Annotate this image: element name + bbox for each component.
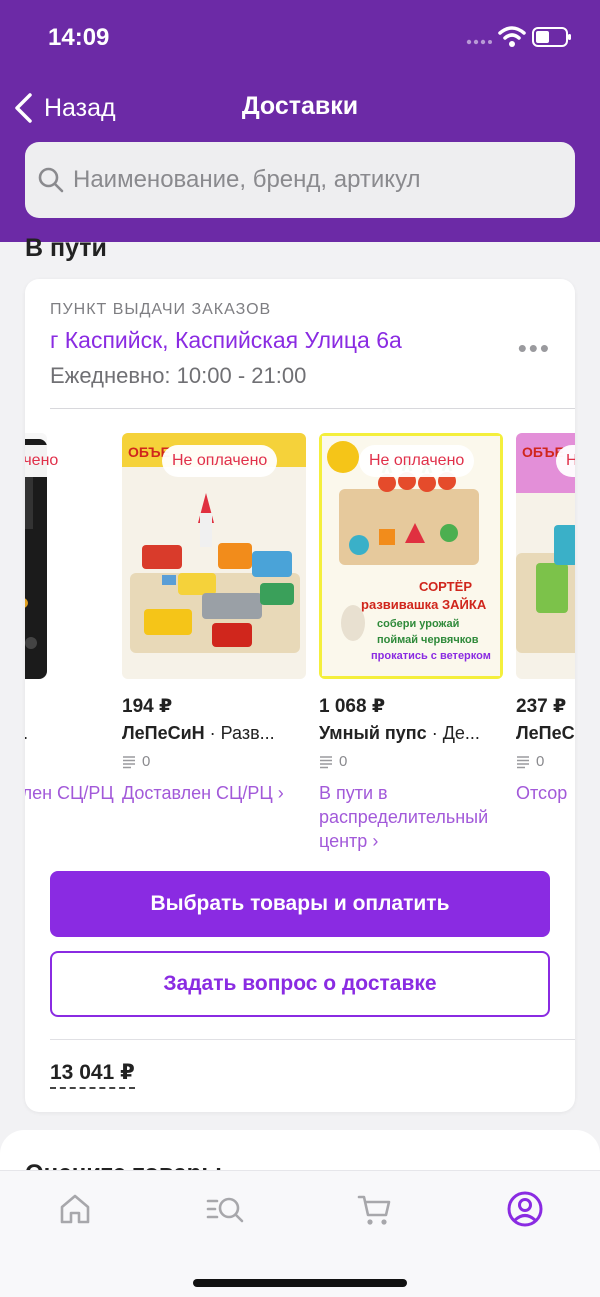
svg-text:поймай червячков: поймай червячков — [377, 634, 479, 646]
ask-delivery-question-button[interactable]: Задать вопрос о доставке — [50, 951, 550, 1017]
product-brand: т. · Эл... — [25, 723, 47, 744]
home-icon — [60, 1194, 90, 1224]
product-card[interactable]: Не оплачено т. · Эл... Доставлен СЦ/РЦ — [25, 433, 114, 863]
status-time: 14:09 — [48, 24, 110, 51]
product-status-link[interactable]: Отсор — [516, 781, 575, 805]
product-brand: ЛеПеС — [516, 723, 575, 743]
product-card[interactable]: СОРТЁР развивашка ЗАЙКА собери урожай по… — [319, 433, 503, 863]
pickup-label: ПУНКТ ВЫДАЧИ ЗАКАЗОВ — [50, 301, 272, 318]
reviews-icon — [320, 755, 332, 768]
catalog-search-icon — [206, 1197, 244, 1223]
tab-cart[interactable] — [355, 1189, 395, 1229]
battery-icon — [532, 27, 571, 47]
product-reviews: 0 — [122, 753, 150, 770]
wifi-icon — [498, 26, 526, 47]
page-title: Доставки — [241, 92, 359, 120]
divider — [50, 408, 575, 409]
status-bar: 14:09 — [0, 0, 600, 70]
unpaid-badge: Не оплачено — [359, 445, 475, 477]
search-bar[interactable] — [25, 142, 575, 218]
product-price: 237 ₽ — [516, 696, 567, 717]
product-card[interactable]: ОБЪЕ Не оплачено 237 ₽ ЛеПеС 0 Отсор — [516, 433, 575, 863]
search-icon — [38, 167, 64, 193]
review-count: 0 — [339, 753, 348, 770]
product-price: 1 068 ₽ — [319, 696, 386, 717]
product-reviews: 0 — [319, 753, 347, 770]
svg-text:развивашка ЗАЙКА: развивашка ЗАЙКА — [361, 597, 487, 612]
delivery-card: ПУНКТ ВЫДАЧИ ЗАКАЗОВ г Каспийск, Каспийс… — [25, 279, 575, 1112]
profile-icon — [507, 1191, 543, 1227]
reviews-icon — [123, 755, 135, 768]
product-reviews: 0 — [516, 753, 544, 770]
product-desc: · Разв... — [204, 723, 275, 743]
product-brand-line: ЛеПеСиН · Разв... — [122, 723, 306, 744]
product-brand-line: Умный пупс · Де... — [319, 723, 503, 744]
tab-catalog[interactable] — [205, 1189, 245, 1229]
product-desc: · Де... — [426, 723, 480, 743]
product-status-link[interactable]: В пути в распределительный центр › — [319, 781, 503, 853]
products-carousel[interactable]: Не оплачено т. · Эл... Доставлен СЦ/РЦ О… — [25, 433, 575, 863]
product-card[interactable]: ОБЪЕ Не оплачено 194 ₽ ЛеПеСиН · Разв...… — [122, 433, 306, 863]
search-input[interactable] — [73, 166, 575, 194]
more-options-icon[interactable]: ••• — [518, 333, 551, 364]
product-price: 194 ₽ — [122, 696, 173, 717]
order-total[interactable]: 13 041 ₽ — [50, 1060, 135, 1089]
review-count: 0 — [142, 753, 151, 770]
product-brand-line: ЛеПеС — [516, 723, 575, 744]
divider — [50, 1039, 575, 1040]
tab-home[interactable] — [55, 1189, 95, 1229]
product-brand: ЛеПеСиН — [122, 723, 205, 743]
section-title: В пути — [25, 234, 107, 262]
product-status-link[interactable]: Доставлен СЦ/РЦ › — [122, 781, 306, 805]
home-indicator — [193, 1279, 407, 1287]
unpaid-badge: Не оплачено — [25, 445, 69, 477]
reviews-icon — [517, 755, 529, 768]
cellular-signal-icon — [466, 39, 492, 45]
cart-icon — [357, 1195, 391, 1225]
pickup-address[interactable]: г Каспийск, Каспийская Улица 6а — [50, 327, 402, 354]
pay-selected-button[interactable]: Выбрать товары и оплатить — [50, 871, 550, 937]
tab-profile[interactable] — [505, 1189, 545, 1229]
unpaid-badge: Не оплачено — [162, 445, 278, 477]
pickup-hours: Ежедневно: 10:00 - 21:00 — [50, 363, 307, 388]
svg-text:собери урожай: собери урожай — [377, 618, 459, 630]
svg-text:прокатись с ветерком: прокатись с ветерком — [371, 650, 491, 662]
svg-text:СОРТЁР: СОРТЁР — [419, 579, 472, 594]
review-count: 0 — [536, 753, 545, 770]
navigation-bar: Назад Доставки — [0, 80, 600, 134]
product-brand: Умный пупс — [319, 723, 427, 743]
product-status-link[interactable]: Доставлен СЦ/РЦ — [25, 781, 114, 805]
tab-bar — [0, 1170, 600, 1297]
